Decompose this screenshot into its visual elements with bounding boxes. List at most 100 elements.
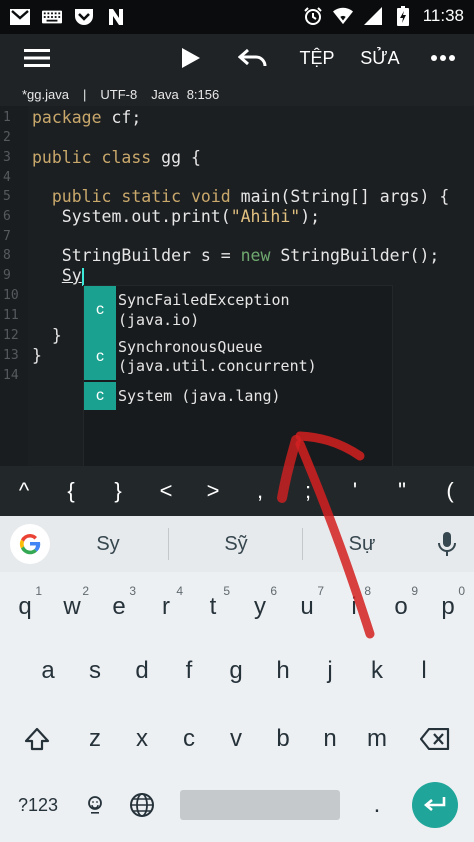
key-n[interactable]: n — [307, 714, 353, 764]
signal-icon — [363, 6, 383, 26]
symbol-key[interactable]: } — [98, 466, 138, 516]
backspace-icon[interactable] — [412, 714, 458, 764]
key-w[interactable]: w2 — [49, 582, 95, 632]
key-s[interactable]: s — [72, 646, 118, 696]
key-p[interactable]: p0 — [425, 582, 471, 632]
google-g-icon[interactable] — [10, 524, 50, 564]
autocomplete-item[interactable]: c System (java.lang) — [84, 382, 392, 410]
spacebar[interactable] — [180, 790, 340, 820]
key-l[interactable]: l — [401, 646, 447, 696]
status-time: 11:38 — [422, 6, 464, 25]
file-encoding: UTF-8 — [100, 86, 138, 102]
key-label: i — [351, 593, 357, 620]
key-period[interactable]: . — [354, 780, 400, 830]
file-language: Java — [151, 86, 179, 102]
key-f[interactable]: f — [166, 646, 212, 696]
symbol-key[interactable]: { — [51, 466, 91, 516]
file-name[interactable]: *gg.java — [22, 87, 69, 102]
emoji-icon[interactable] — [72, 780, 118, 830]
key-i[interactable]: i8 — [331, 582, 377, 632]
code-line: 5 public static void main(String[] args)… — [3, 187, 450, 206]
key-o[interactable]: o9 — [378, 582, 424, 632]
key-m[interactable]: m — [354, 714, 400, 764]
key-label: y — [254, 593, 266, 620]
more-dots-icon[interactable] — [420, 34, 466, 82]
key-t[interactable]: t5 — [190, 582, 236, 632]
pocket-icon — [74, 7, 94, 27]
symbol-key[interactable]: ^ — [4, 466, 44, 516]
key-hint: 5 — [223, 584, 230, 598]
symbol-bar: ^ { } < > , ; ' " ( — [0, 466, 474, 516]
key-b[interactable]: b — [260, 714, 306, 764]
key-y[interactable]: y6 — [237, 582, 283, 632]
edit-menu-button[interactable]: SỬA — [354, 34, 406, 82]
autocomplete-item-name: SyncFailedException — [118, 291, 290, 309]
key-j[interactable]: j — [307, 646, 353, 696]
code-line: 2 — [0, 128, 474, 148]
shift-icon[interactable] — [14, 714, 60, 764]
symbol-key[interactable]: > — [193, 466, 233, 516]
suggestion-strip: Sy Sỹ Sự — [0, 516, 474, 572]
key-label: q — [18, 593, 32, 620]
key-label: w — [63, 593, 81, 620]
key-c[interactable]: c — [166, 714, 212, 764]
key-h[interactable]: h — [260, 646, 306, 696]
autocomplete-item[interactable]: c SynchronousQueue (java.util.concurrent… — [84, 334, 392, 382]
file-info-bar: *gg.java | UTF-8 Java 8:156 — [0, 82, 474, 106]
symbols-key[interactable]: ?123 — [10, 780, 66, 830]
symbol-key[interactable]: < — [146, 466, 186, 516]
symbol-key[interactable]: , — [240, 466, 280, 516]
autocomplete-item[interactable]: c SyncFailedException (java.io) — [84, 286, 392, 334]
line-number: 12 — [3, 328, 19, 343]
key-label: u — [300, 593, 314, 620]
undo-icon[interactable] — [228, 34, 278, 82]
key-hint: 0 — [458, 584, 465, 598]
key-hint: 8 — [364, 584, 371, 598]
key-label: r — [162, 593, 170, 620]
code-line: 1 package cf; — [3, 108, 142, 127]
suggestion-word[interactable]: Sỹ — [190, 516, 282, 572]
key-g[interactable]: g — [213, 646, 259, 696]
typed-text: Sy — [61, 266, 82, 285]
microphone-icon[interactable] — [432, 530, 462, 560]
n-icon — [106, 7, 126, 27]
key-e[interactable]: e3 — [96, 582, 142, 632]
suggestion-divider — [302, 528, 303, 560]
key-label: e — [112, 593, 126, 620]
status-bar: 11:38 — [0, 0, 474, 34]
symbol-key[interactable]: ; — [288, 466, 328, 516]
suggestion-word[interactable]: Sy — [62, 516, 154, 572]
key-r[interactable]: r4 — [143, 582, 189, 632]
cursor-position: 8:156 — [186, 86, 220, 102]
suggestion-word[interactable]: Sự — [316, 516, 408, 572]
key-label: p — [441, 593, 455, 620]
globe-icon[interactable] — [119, 780, 165, 830]
key-v[interactable]: v — [213, 714, 259, 764]
key-x[interactable]: x — [119, 714, 165, 764]
symbol-key[interactable]: " — [382, 466, 422, 516]
key-hint: 1 — [35, 584, 42, 598]
line-number: 13 — [3, 348, 19, 363]
symbol-key[interactable]: ( — [430, 466, 470, 516]
line-number: 3 — [3, 150, 11, 165]
key-k[interactable]: k — [354, 646, 400, 696]
code-line: 9 Sy — [0, 266, 474, 286]
key-z[interactable]: z — [72, 714, 118, 764]
line-number: 4 — [3, 170, 11, 185]
play-icon[interactable] — [168, 34, 214, 82]
wifi-icon — [332, 6, 353, 26]
code-line: 7 — [0, 227, 474, 247]
key-hint: 6 — [270, 584, 277, 598]
key-d[interactable]: d — [119, 646, 165, 696]
key-q[interactable]: q1 — [2, 582, 48, 632]
key-a[interactable]: a — [25, 646, 71, 696]
symbol-key[interactable]: ' — [335, 466, 375, 516]
file-menu-button[interactable]: TỆP — [290, 34, 344, 82]
hamburger-menu-icon[interactable] — [14, 34, 60, 82]
autocomplete-item-name: SynchronousQueue — [118, 338, 263, 356]
autocomplete-item-package: (java.io) — [118, 311, 200, 329]
key-u[interactable]: u7 — [284, 582, 330, 632]
enter-icon[interactable] — [412, 782, 458, 828]
keyboard-icon — [42, 7, 62, 27]
key-hint: 7 — [317, 584, 324, 598]
